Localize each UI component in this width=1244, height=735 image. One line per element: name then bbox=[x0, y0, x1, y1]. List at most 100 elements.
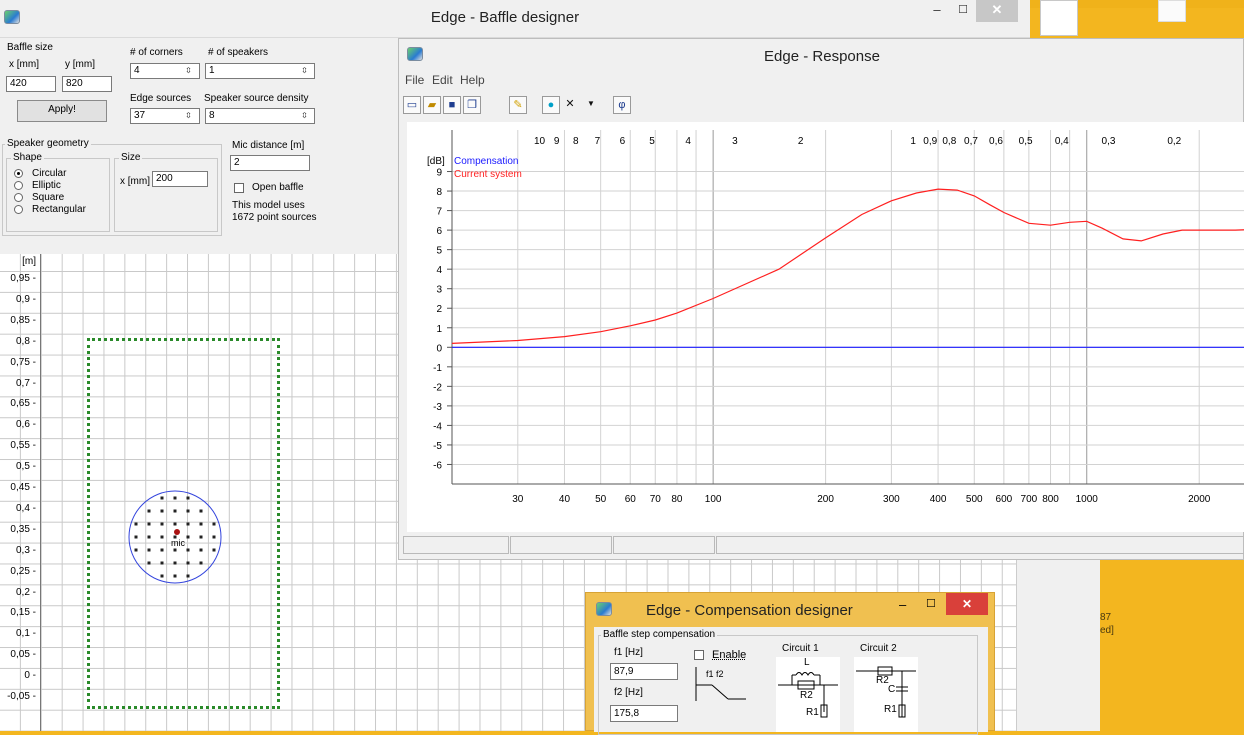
x-tick-label: 200 bbox=[817, 494, 834, 505]
step-response-icon bbox=[695, 667, 746, 701]
top-tick-label: 4 bbox=[685, 136, 691, 147]
dropdown-icon[interactable]: ▼ bbox=[582, 96, 600, 114]
top-tick-label: 1 bbox=[910, 136, 916, 147]
f1-label: f1 [Hz] bbox=[614, 647, 643, 658]
baffle-y-tick: 0,95 - bbox=[10, 273, 36, 284]
top-tick-label: 10 bbox=[534, 136, 546, 147]
open-icon[interactable]: ▰ bbox=[423, 96, 441, 114]
speaker-point-source bbox=[147, 561, 151, 565]
x-tick-label: 400 bbox=[930, 494, 947, 505]
baffle-y-tick: 0,3 - bbox=[15, 544, 36, 556]
baffle-y-tick: 0,6 - bbox=[15, 419, 36, 431]
corners-label: # of corners bbox=[130, 47, 183, 58]
response-window: Edge - Response File Edit Help ▭ ▰ ■ ❐ ✎… bbox=[398, 38, 1244, 560]
baffle-y-tick: 0,55 - bbox=[10, 440, 36, 452]
baffle-y-tick: 0,4 - bbox=[15, 502, 36, 514]
menu-help[interactable]: Help bbox=[460, 73, 485, 87]
apply-button[interactable]: Apply! bbox=[17, 100, 107, 122]
desktop-icon-document[interactable] bbox=[1040, 0, 1078, 36]
enable-checkbox[interactable] bbox=[694, 650, 704, 660]
c2-c-label: C bbox=[888, 684, 896, 695]
circuit2-diagram[interactable]: R2 C R1 bbox=[854, 657, 918, 732]
response-chart[interactable]: 9876543210-1-2-3-4-5-6[dB]30 40 50 60 70 80 10… bbox=[407, 122, 1244, 532]
top-tick-label: 8 bbox=[573, 136, 579, 147]
shape-circular-radio[interactable] bbox=[14, 169, 23, 178]
speaker-point-source bbox=[186, 535, 190, 539]
top-tick-label: 6 bbox=[620, 136, 626, 147]
speaker-density-spin-icon[interactable]: ⇳ bbox=[298, 109, 311, 123]
y-tick-label: 8 bbox=[436, 187, 442, 198]
circuit1-diagram[interactable]: L R2 R1 bbox=[776, 657, 840, 732]
shape-elliptic-radio[interactable] bbox=[14, 181, 23, 190]
maximize-button[interactable]: ☐ bbox=[950, 0, 976, 22]
y-tick-label: -4 bbox=[433, 421, 442, 432]
baffle-y-tick: 0,9 - bbox=[15, 293, 36, 305]
close-button[interactable]: ✕ bbox=[976, 0, 1018, 22]
desktop-icon-folder[interactable] bbox=[1158, 0, 1186, 22]
speaker-point-source bbox=[212, 548, 216, 552]
open-baffle-checkbox[interactable] bbox=[234, 183, 244, 193]
comp-window-title: Edge - Compensation designer bbox=[646, 602, 853, 619]
compensation-window: Edge - Compensation designer – ☐ ✕ Baffl… bbox=[585, 592, 995, 735]
shape-rectangular-radio[interactable] bbox=[14, 205, 23, 214]
speaker-point-source bbox=[160, 574, 164, 578]
enable-label: Enable bbox=[712, 649, 747, 661]
y-tick-label: 4 bbox=[436, 265, 442, 276]
baffle-y-tick: -0,05 - bbox=[7, 691, 36, 702]
speaker-point-source bbox=[160, 496, 164, 500]
delete-icon[interactable]: ✕ bbox=[561, 96, 579, 114]
pen-icon[interactable]: ✎ bbox=[509, 96, 527, 114]
save-icon[interactable]: ■ bbox=[443, 96, 461, 114]
size-x-input[interactable]: 200 bbox=[152, 171, 208, 187]
baffle-y-tick: 0,45 - bbox=[10, 482, 36, 493]
y-tick-label: -1 bbox=[433, 363, 442, 374]
baffle-y-tick: 0,05 - bbox=[10, 649, 36, 661]
top-tick-label: 0,6 bbox=[989, 136, 1003, 147]
baffle-step-label: Baffle step compensation bbox=[601, 629, 718, 640]
x-tick-label: 80 bbox=[671, 494, 683, 505]
f2-label: f2 [Hz] bbox=[614, 687, 643, 698]
baffle-size-label: Baffle size bbox=[7, 42, 53, 53]
speaker-point-source bbox=[147, 548, 151, 552]
baffle-y-tick: 0,75 - bbox=[10, 356, 36, 368]
comp-maximize-button[interactable]: ☐ bbox=[926, 597, 936, 610]
copy-icon[interactable]: ❐ bbox=[463, 96, 481, 114]
comp-minimize-button[interactable]: – bbox=[899, 597, 906, 612]
mic-distance-input[interactable]: 2 bbox=[230, 155, 310, 171]
top-tick-label: 0,5 bbox=[1019, 136, 1033, 147]
speaker-point-source bbox=[173, 561, 177, 565]
y-tick-label: 2 bbox=[436, 304, 442, 315]
x-tick-label: 30 bbox=[512, 494, 524, 505]
x-tick-label: 70 bbox=[650, 494, 662, 505]
speaker-geometry-label: Speaker geometry bbox=[5, 138, 91, 149]
menu-edit[interactable]: Edit bbox=[432, 73, 453, 87]
comp-close-button[interactable]: ✕ bbox=[946, 593, 988, 615]
control-panel: Baffle size x [mm] y [mm] 420 820 Apply!… bbox=[0, 38, 398, 254]
f1-input[interactable]: 87,9 bbox=[610, 663, 678, 680]
shape-label: Shape bbox=[11, 152, 44, 163]
corners-spin-icon[interactable]: ⇳ bbox=[182, 64, 195, 78]
edge-sources-spin-icon[interactable]: ⇳ bbox=[182, 109, 195, 123]
top-tick-label: 2 bbox=[798, 136, 804, 147]
minimize-button[interactable]: – bbox=[924, 0, 950, 22]
baffle-y-tick: 0,8 - bbox=[15, 335, 36, 347]
baffle-x-input[interactable]: 420 bbox=[6, 76, 56, 92]
top-tick-label: 0,3 bbox=[1102, 136, 1116, 147]
menu-file[interactable]: File bbox=[405, 73, 424, 87]
f2-input[interactable]: 175,8 bbox=[610, 705, 678, 722]
speaker-point-source bbox=[134, 522, 138, 526]
baffle-y-input[interactable]: 820 bbox=[62, 76, 112, 92]
baffle-y-tick: 0,2 - bbox=[15, 586, 36, 598]
speaker-point-source bbox=[212, 522, 216, 526]
speaker-point-source bbox=[173, 509, 177, 513]
x-mm-label: x [mm] bbox=[9, 59, 39, 70]
speakers-spin-icon[interactable]: ⇳ bbox=[298, 64, 311, 78]
new-icon[interactable]: ▭ bbox=[403, 96, 421, 114]
baffle-y-tick: 0,1 - bbox=[15, 628, 36, 640]
y-axis-label: [dB] bbox=[427, 156, 445, 167]
phi-icon[interactable]: φ bbox=[613, 96, 631, 114]
globe-icon[interactable]: ● bbox=[542, 96, 560, 114]
shape-square-radio[interactable] bbox=[14, 193, 23, 202]
baffle-y-tick: 0,65 - bbox=[10, 398, 36, 410]
c2-r1-label: R1 bbox=[884, 704, 897, 715]
